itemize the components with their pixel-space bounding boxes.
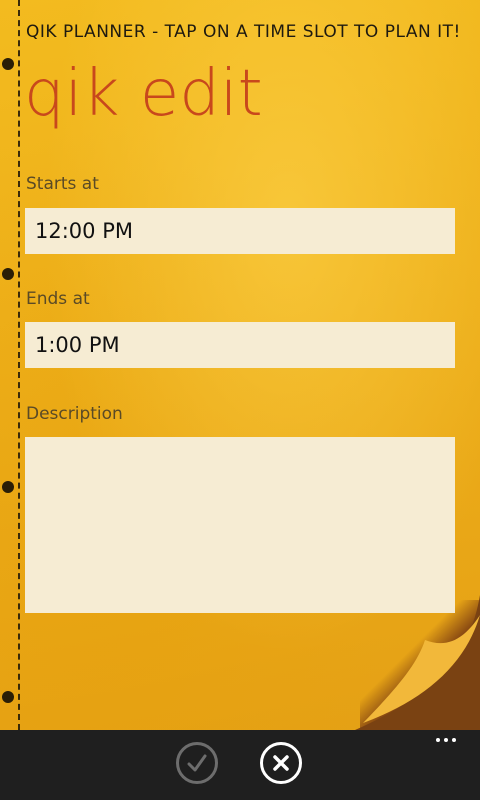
description-label: Description — [26, 404, 123, 424]
margin-line — [18, 0, 20, 730]
binder-hole — [2, 481, 14, 493]
page-title: qik edit — [24, 57, 263, 131]
dot — [444, 738, 448, 742]
dot — [436, 738, 440, 742]
application-bar — [0, 730, 480, 800]
ends-at-field[interactable]: 1:00 PM — [25, 322, 455, 368]
save-button[interactable] — [176, 742, 218, 784]
cancel-button[interactable] — [260, 742, 302, 784]
binder-hole — [2, 268, 14, 280]
ends-at-label: Ends at — [26, 289, 90, 309]
page-curl-icon — [355, 595, 480, 730]
starts-at-field[interactable]: 12:00 PM — [25, 208, 455, 254]
binder-hole — [2, 691, 14, 703]
description-field[interactable] — [25, 437, 455, 613]
ellipsis-icon[interactable] — [436, 738, 456, 742]
app-title: QIK PLANNER - TAP ON A TIME SLOT TO PLAN… — [26, 22, 461, 42]
starts-at-label: Starts at — [26, 174, 99, 194]
dot — [452, 738, 456, 742]
qik-edit-screen: QIK PLANNER - TAP ON A TIME SLOT TO PLAN… — [0, 0, 480, 800]
binder-hole — [2, 58, 14, 70]
close-icon — [273, 755, 289, 771]
notepad-page: QIK PLANNER - TAP ON A TIME SLOT TO PLAN… — [0, 0, 480, 730]
check-icon — [187, 754, 207, 772]
